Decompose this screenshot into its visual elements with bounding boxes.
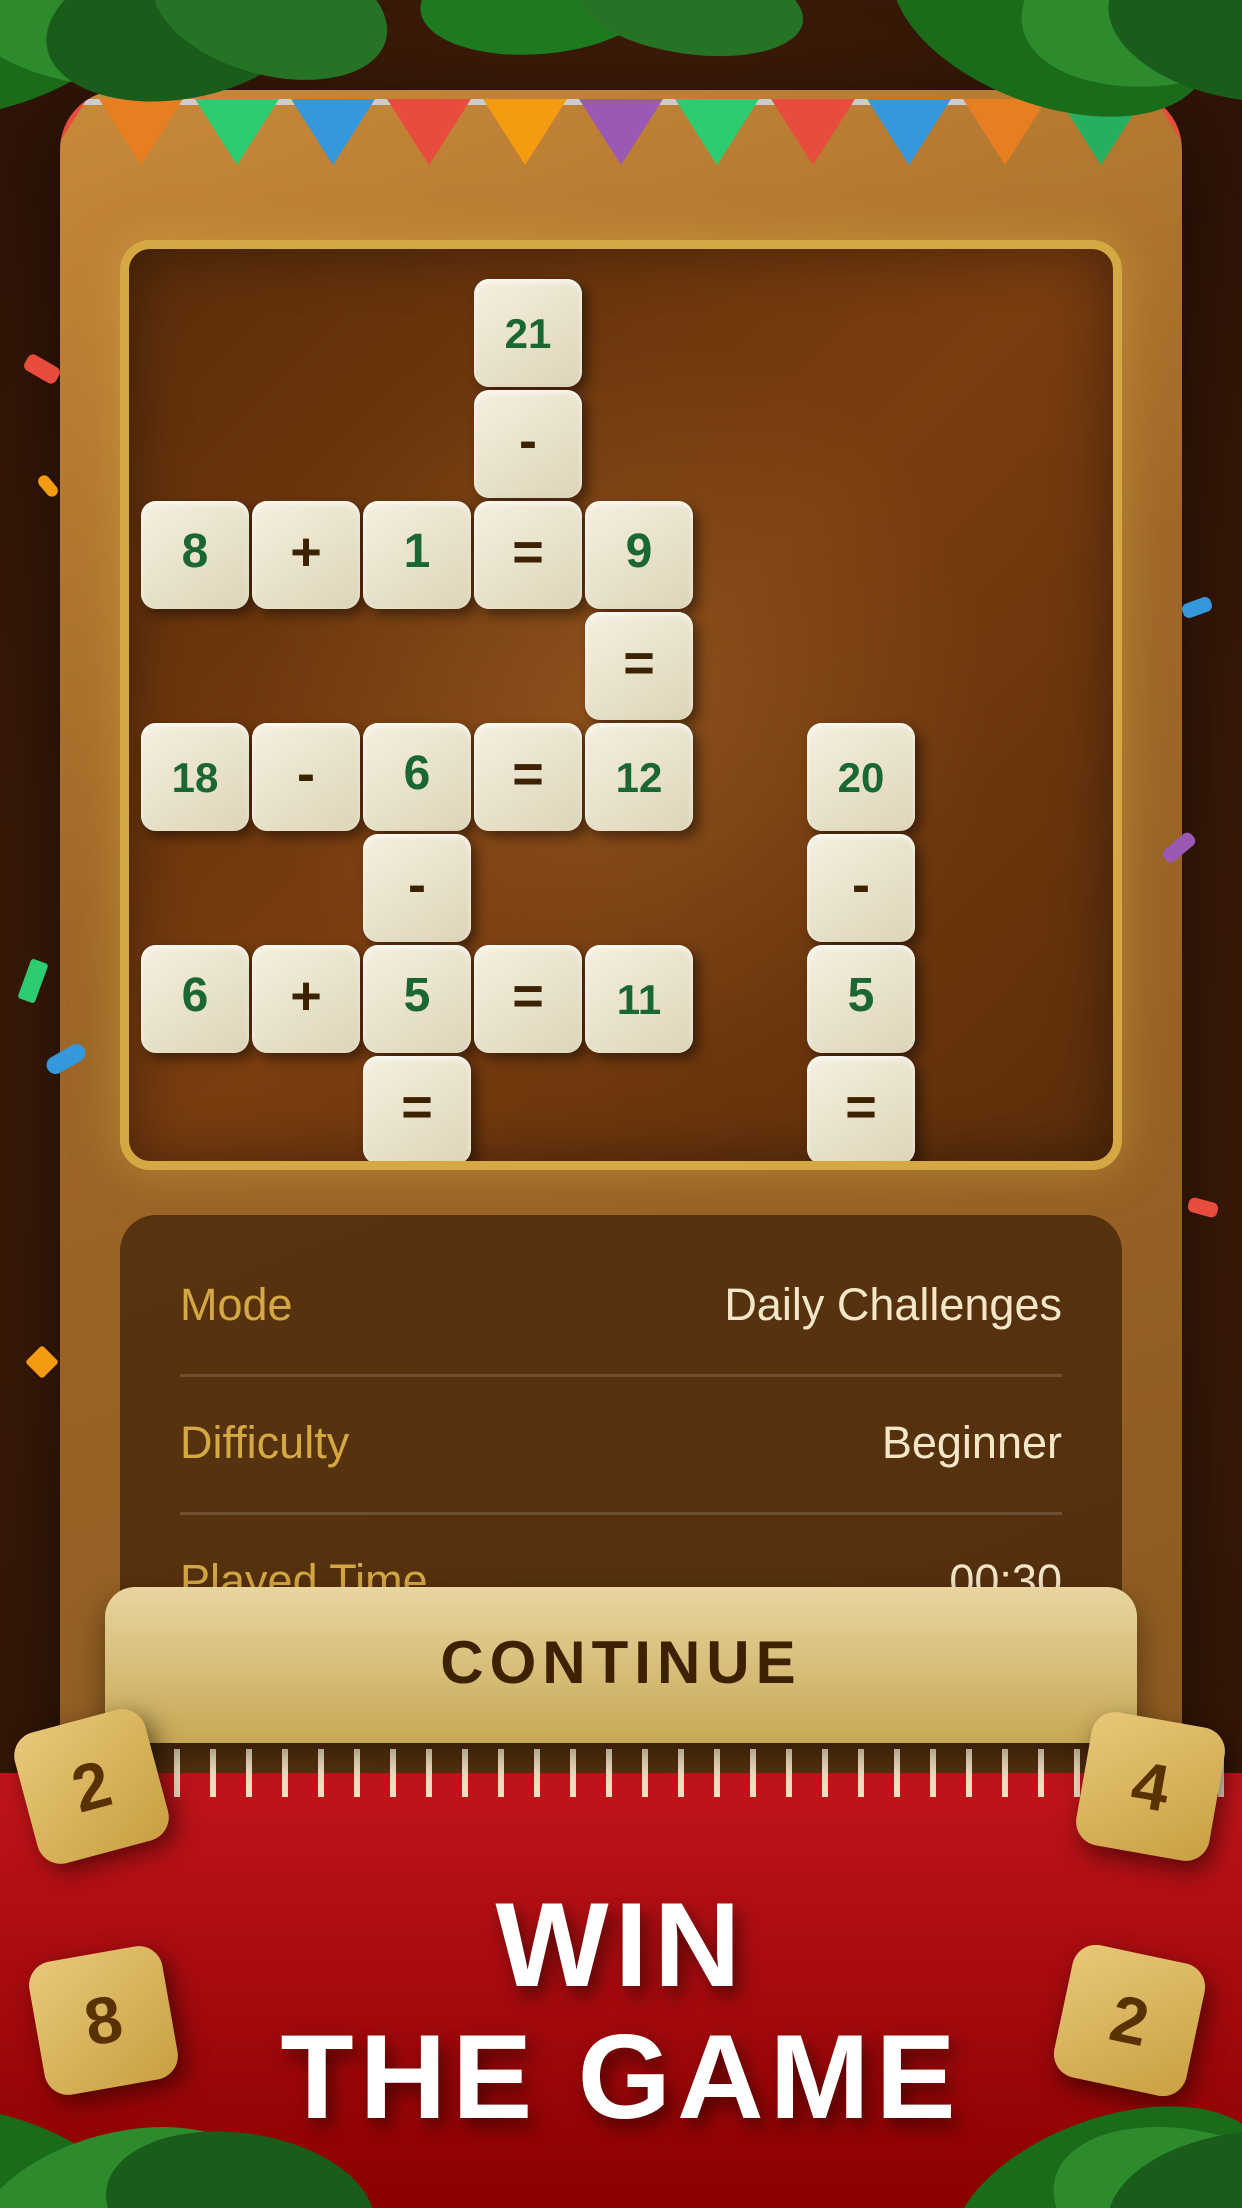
- puzzle-tile-5-2: 9: [585, 500, 693, 608]
- continue-button[interactable]: CONTINUE: [105, 1587, 1137, 1743]
- puzzle-tile-6-8: =: [696, 1166, 804, 1171]
- puzzle-tile-4-8: +: [474, 1166, 582, 1171]
- puzzle-tile-1-6: 6: [141, 944, 249, 1052]
- puzzle-grid-area: 21-8+1=9=18-6=1220--6+5=115==1+24=25: [120, 240, 1122, 1170]
- banner-tile-4-right: 4: [1072, 1708, 1228, 1864]
- puzzle-tile-4-1: -: [474, 389, 582, 497]
- banner-tile-2-right: 2: [1049, 1940, 1209, 2100]
- difficulty-label: Difficulty: [180, 1419, 349, 1470]
- puzzle-tile-1-4: 18: [141, 722, 249, 830]
- puzzle-tile-4-2: =: [474, 500, 582, 608]
- puzzle-tile-3-5: -: [363, 833, 471, 941]
- puzzle-tile-5-6: 11: [585, 944, 693, 1052]
- puzzle-tile-1-2: 8: [141, 500, 249, 608]
- puzzle-tile-5-8: 24: [585, 1166, 693, 1171]
- win-line1: WIN: [280, 1881, 961, 2013]
- banner-tile-8-left: 8: [25, 1942, 181, 2098]
- main-card: 21-8+1=9=18-6=1220--6+5=115==1+24=25 Mod…: [60, 90, 1182, 1788]
- puzzle-grid: 21-8+1=9=18-6=1220--6+5=115==1+24=25: [141, 278, 1101, 1133]
- puzzle-tile-7-8: 25: [807, 1166, 915, 1171]
- puzzle-tile-3-4: 6: [363, 722, 471, 830]
- puzzle-tile-2-2: +: [252, 500, 360, 608]
- puzzle-grid-container: 21-8+1=9=18-6=1220--6+5=115==1+24=25: [129, 249, 1113, 1161]
- puzzle-tile-7-4: 20: [807, 722, 915, 830]
- top-leaves-decoration: [0, 0, 1242, 120]
- puzzle-tile-2-4: -: [252, 722, 360, 830]
- mode-label: Mode: [180, 1281, 293, 1332]
- bottom-leaves-decoration: [0, 2103, 1242, 2208]
- puzzle-tile-3-2: 1: [363, 500, 471, 608]
- continue-label: CONTINUE: [440, 1631, 801, 1700]
- difficulty-value: Beginner: [882, 1419, 1062, 1470]
- puzzle-tile-5-4: 12: [585, 722, 693, 830]
- puzzle-tile-4-0: 21: [474, 278, 582, 386]
- puzzle-tile-5-3: =: [585, 611, 693, 719]
- puzzle-tile-3-7: =: [363, 1055, 471, 1163]
- puzzle-tile-4-4: =: [474, 722, 582, 830]
- mode-row: Mode Daily Challenges: [180, 1239, 1062, 1377]
- puzzle-tile-2-6: +: [252, 944, 360, 1052]
- puzzle-tile-3-6: 5: [363, 944, 471, 1052]
- puzzle-tile-7-6: 5: [807, 944, 915, 1052]
- puzzle-tile-7-7: =: [807, 1055, 915, 1163]
- puzzle-tile-7-5: -: [807, 833, 915, 941]
- puzzle-tile-4-6: =: [474, 944, 582, 1052]
- mode-value: Daily Challenges: [724, 1281, 1062, 1332]
- difficulty-row: Difficulty Beginner: [180, 1377, 1062, 1515]
- puzzle-tile-3-8: 1: [363, 1166, 471, 1171]
